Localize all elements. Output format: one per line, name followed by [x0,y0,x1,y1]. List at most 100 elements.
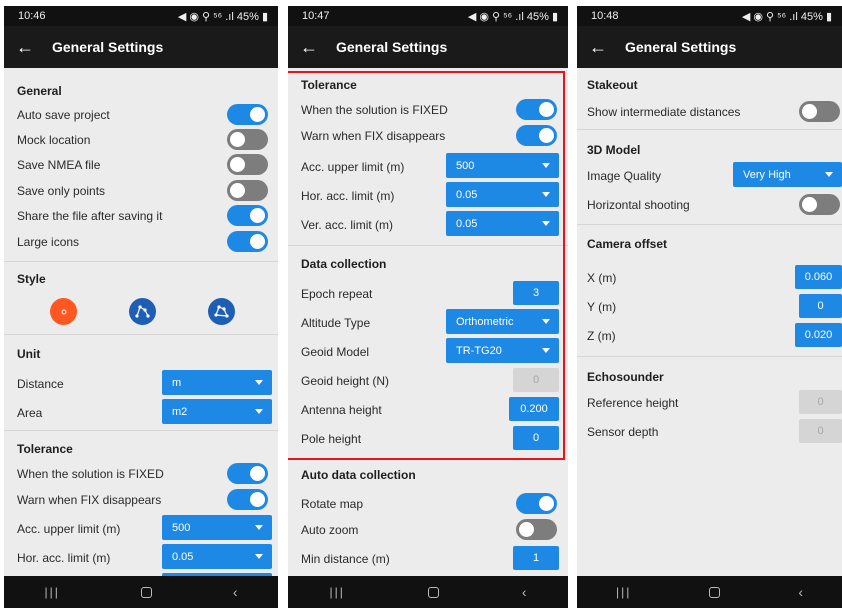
auto-save-toggle[interactable] [227,104,268,125]
line-style-icon[interactable] [129,298,156,325]
page-title: General Settings [625,39,737,55]
image-quality-value: Very High [743,168,791,181]
z-offset-input[interactable]: 0.020 [795,323,842,347]
divider [577,224,842,225]
horizontal-shooting-toggle[interactable] [799,194,840,215]
auto-save-label: Auto save project [17,108,110,122]
hor-limit-value: 0.05 [172,550,194,563]
nav-bar: ||| ‹ [288,576,568,608]
section-title-echosounder: Echosounder [587,370,664,384]
section-title-camera-offset: Camera offset [587,237,668,251]
nav-bar: ||| ‹ [577,576,842,608]
back-arrow-icon[interactable]: ← [288,37,330,58]
share-file-toggle[interactable] [227,205,268,226]
warn-fix-label: Warn when FIX disappears [17,493,162,507]
area-value: m2 [172,405,188,418]
page-title: General Settings [336,39,448,55]
status-icons: ◀ ◉ ⚲ ⁵⁶ .ıl 45% ▮ [467,10,558,23]
screen-1: 10:46 ◀ ◉ ⚲ ⁵⁶ .ıl 45% ▮ ← General Setti… [4,6,278,608]
save-points-label: Save only points [17,184,106,198]
chevron-down-icon [825,172,833,177]
save-points-toggle[interactable] [227,180,268,201]
min-distance-label: Min distance (m) [301,552,390,566]
hor-limit-dropdown[interactable]: 0.05 [162,544,272,569]
sensor-depth-input: 0 [799,419,842,443]
screen-3: 10:48 ◀ ◉ ⚲ ⁵⁶ .ıl 45% ▮ ← General Setti… [577,6,842,608]
status-time: 10:47 [302,10,330,22]
chevron-down-icon [255,525,263,530]
home-icon[interactable] [427,586,439,598]
divider [4,430,278,431]
intermediate-distances-label: Show intermediate distances [587,105,741,119]
distance-value: m [172,376,182,389]
divider [577,129,842,130]
reference-height-label: Reference height [587,396,679,410]
rotate-map-label: Rotate map [301,497,364,511]
y-offset-input[interactable]: 0 [799,294,842,318]
distance-label: Distance [17,377,64,391]
share-file-label: Share the file after saving it [17,209,163,223]
settings-list[interactable]: General Auto save project Mock location … [4,68,278,576]
settings-list[interactable]: Stakeout Show intermediate distances 3D … [577,68,842,576]
mock-location-toggle[interactable] [227,129,268,150]
recents-icon[interactable]: ||| [329,585,344,599]
back-arrow-icon[interactable]: ← [577,37,619,58]
auto-zoom-toggle[interactable] [516,519,557,540]
mock-location-label: Mock location [17,133,91,147]
acc-limit-value: 500 [172,521,191,534]
large-icons-toggle[interactable] [227,231,268,252]
section-title-general: General [17,84,62,98]
status-time: 10:46 [18,10,46,22]
divider [4,334,278,335]
large-icons-label: Large icons [17,235,80,249]
section-title-auto-collection: Auto data collection [301,468,416,482]
section-title-stakeout: Stakeout [587,78,638,92]
status-icons: ◀ ◉ ⚲ ⁵⁶ .ıl 45% ▮ [177,10,268,23]
rotate-map-toggle[interactable] [516,493,557,514]
status-time: 10:48 [591,10,619,22]
area-dropdown[interactable]: m2 [162,399,272,424]
page-title: General Settings [52,39,164,55]
fixed-solution-toggle[interactable] [227,463,268,484]
app-bar: ← General Settings [4,26,278,68]
app-bar: ← General Settings [288,26,568,68]
screen-2: 10:47 ◀ ◉ ⚲ ⁵⁶ .ıl 45% ▮ ← General Setti… [288,6,568,608]
chevron-down-icon [255,554,263,559]
nav-back-icon[interactable]: ‹ [798,584,803,600]
status-icons: ◀ ◉ ⚲ ⁵⁶ .ıl 45% ▮ [741,10,832,23]
sensor-depth-label: Sensor depth [587,425,659,439]
status-bar: 10:46 ◀ ◉ ⚲ ⁵⁶ .ıl 45% ▮ [4,6,278,26]
auto-zoom-label: Auto zoom [301,523,359,537]
intermediate-distances-toggle[interactable] [799,101,840,122]
area-label: Area [17,406,43,420]
home-icon[interactable] [140,586,152,598]
recents-icon[interactable]: ||| [616,585,631,599]
chevron-down-icon [255,409,263,414]
warn-fix-toggle[interactable] [227,489,268,510]
acc-limit-label: Acc. upper limit (m) [17,522,121,536]
polygon-style-icon[interactable] [208,298,235,325]
nav-back-icon[interactable]: ‹ [233,584,238,600]
settings-list[interactable]: Tolerance When the solution is FIXED War… [288,68,568,576]
highlight-box [288,71,565,460]
section-title-tolerance: Tolerance [17,442,73,456]
status-bar: 10:47 ◀ ◉ ⚲ ⁵⁶ .ıl 45% ▮ [288,6,568,26]
image-quality-label: Image Quality [587,169,662,183]
nav-back-icon[interactable]: ‹ [522,584,527,600]
save-nmea-label: Save NMEA file [17,158,101,172]
nav-bar: ||| ‹ [4,576,278,608]
z-offset-label: Z (m) [587,329,616,343]
image-quality-dropdown[interactable]: Very High [733,162,842,187]
point-style-icon[interactable] [50,298,77,325]
section-title-unit: Unit [17,347,41,361]
home-icon[interactable] [709,586,721,598]
save-nmea-toggle[interactable] [227,154,268,175]
section-title-3d-model: 3D Model [587,143,641,157]
x-offset-input[interactable]: 0.060 [795,265,842,289]
distance-dropdown[interactable]: m [162,370,272,395]
back-arrow-icon[interactable]: ← [4,37,46,58]
acc-limit-dropdown[interactable]: 500 [162,515,272,540]
recents-icon[interactable]: ||| [44,585,59,599]
min-distance-input[interactable]: 1 [513,546,559,570]
divider [577,356,842,357]
